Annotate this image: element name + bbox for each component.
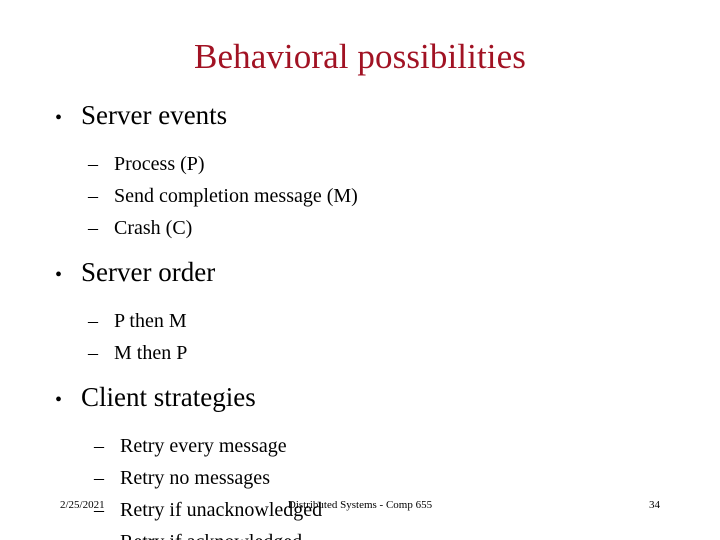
sub-bullet-crash: – Crash (C) bbox=[0, 212, 720, 244]
sub-bullet-retry-no-messages: – Retry no messages bbox=[0, 462, 720, 494]
sub-bullet-send-completion-message: – Send completion message (M) bbox=[0, 180, 720, 212]
bullet-heading-label: Server order bbox=[81, 257, 216, 287]
bullet-heading-label: Server events bbox=[81, 100, 228, 130]
bullet-dash-icon: – bbox=[88, 185, 98, 207]
sub-bullet-label: M then P bbox=[114, 342, 188, 364]
sub-bullet-label: Retry if acknowledged bbox=[120, 526, 302, 540]
sub-bullet-label: P then M bbox=[114, 310, 187, 332]
sub-bullet-p-then-m: – P then M bbox=[0, 305, 720, 337]
page-title: Behavioral possibilities bbox=[194, 37, 526, 76]
bullet-dash-icon: – bbox=[88, 217, 98, 239]
sub-bullet-label: Retry every message bbox=[120, 435, 287, 457]
bullet-group-client-strategies: • Client strategies – Retry every messag… bbox=[0, 380, 720, 540]
bullet-heading-client-strategies: • Client strategies bbox=[0, 380, 720, 417]
slide-footer: 2/25/2021 Distributed Systems - Comp 655… bbox=[0, 495, 720, 515]
bullet-heading-server-events: • Server events bbox=[0, 98, 720, 135]
sub-bullet-m-then-p: – M then P bbox=[0, 337, 720, 369]
sub-bullet-label: Process (P) bbox=[114, 153, 205, 175]
sub-bullet-label: Send completion message (M) bbox=[114, 185, 358, 207]
slide-body: • Server events – Process (P) – Send com… bbox=[0, 98, 720, 540]
sub-bullet-retry-if-acknowledged: – Retry if acknowledged bbox=[0, 526, 720, 540]
bullet-dash-icon: – bbox=[94, 435, 104, 457]
sub-bullet-label: Retry no messages bbox=[120, 467, 270, 489]
sub-bullet-label: Crash (C) bbox=[114, 217, 193, 239]
bullet-dash-icon: – bbox=[88, 342, 98, 364]
bullet-heading-label: Client strategies bbox=[81, 382, 256, 412]
bullet-dash-icon: – bbox=[94, 467, 104, 489]
bullet-dot-icon: • bbox=[55, 107, 63, 129]
bullet-group-server-events: • Server events – Process (P) – Send com… bbox=[0, 98, 720, 244]
slide-canvas: Behavioral possibilities • Server events… bbox=[0, 0, 720, 540]
bullet-dash-icon: – bbox=[88, 153, 98, 175]
bullet-dot-icon: • bbox=[55, 389, 63, 411]
footer-course-label: Distributed Systems - Comp 655 bbox=[287, 499, 433, 511]
sub-bullet-process: – Process (P) bbox=[0, 148, 720, 180]
bullet-dot-icon: • bbox=[55, 264, 63, 286]
bullet-group-server-order: • Server order – P then M – M then P bbox=[0, 255, 720, 369]
bullet-dash-icon: – bbox=[88, 310, 98, 332]
sub-bullet-retry-every-message: – Retry every message bbox=[0, 430, 720, 462]
footer-page-number: 34 bbox=[649, 499, 660, 511]
bullet-dash-icon: – bbox=[94, 526, 120, 540]
bullet-heading-server-order: • Server order bbox=[0, 255, 720, 292]
